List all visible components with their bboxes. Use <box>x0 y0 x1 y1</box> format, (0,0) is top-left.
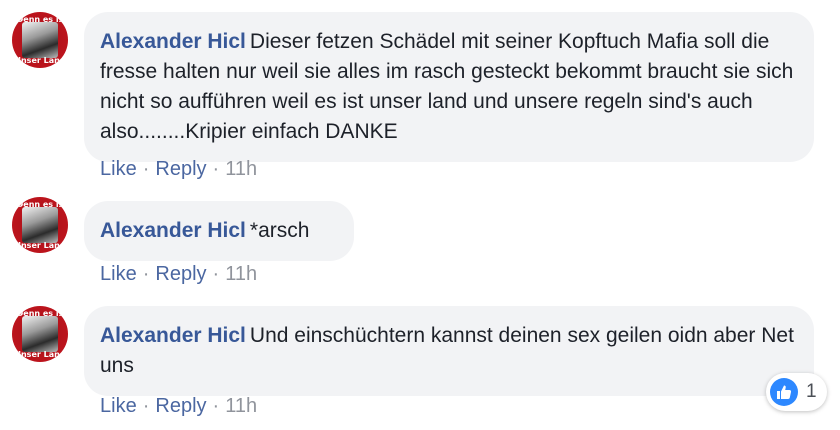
separator: · <box>142 158 150 180</box>
avatar-caption-top: Denn es is <box>16 15 64 24</box>
comment-author[interactable]: Alexander Hicl <box>100 30 246 53</box>
reaction-summary[interactable]: 1 <box>766 373 827 411</box>
reply-link[interactable]: Reply <box>155 158 206 180</box>
thumbs-up-icon <box>770 378 798 406</box>
comment-timestamp[interactable]: 11h <box>225 158 257 180</box>
comment-timestamp[interactable]: 11h <box>225 395 257 417</box>
separator: · <box>142 263 150 285</box>
avatar-caption-top: Denn es is <box>16 200 64 209</box>
reaction-count: 1 <box>806 381 817 402</box>
avatar-photo <box>22 207 58 243</box>
separator: · <box>212 263 220 285</box>
avatar[interactable]: Denn es is Unser Land <box>12 306 68 362</box>
comment-actions: Like · Reply · 11h <box>100 158 257 181</box>
comment-author[interactable]: Alexander Hicl <box>100 219 246 242</box>
comment-actions: Like · Reply · 11h <box>100 395 257 418</box>
comment-bubble: Alexander Hicl Dieser fetzen Schädel mit … <box>84 12 814 162</box>
avatar-caption-bottom: Unser Land <box>14 241 66 250</box>
separator: · <box>212 158 220 180</box>
comment-bubble: Alexander Hicl *arsch <box>84 201 354 261</box>
comment-bubble: Alexander Hicl Und einschüchtern kannst d… <box>84 306 814 396</box>
like-link[interactable]: Like <box>100 158 137 180</box>
avatar[interactable]: Denn es is Unser Land <box>12 12 68 68</box>
separator: · <box>212 395 220 417</box>
like-link[interactable]: Like <box>100 263 137 285</box>
reply-link[interactable]: Reply <box>155 263 206 285</box>
like-link[interactable]: Like <box>100 395 137 417</box>
avatar[interactable]: Denn es is Unser Land <box>12 197 68 253</box>
comment-author[interactable]: Alexander Hicl <box>100 324 246 347</box>
avatar-photo <box>22 22 58 58</box>
avatar-photo <box>22 316 58 352</box>
comment-actions: Like · Reply · 11h <box>100 263 257 286</box>
avatar-caption-bottom: Unser Land <box>14 350 66 359</box>
comment-text: *arsch <box>249 219 310 242</box>
avatar-caption-bottom: Unser Land <box>14 56 66 65</box>
separator: · <box>142 395 150 417</box>
avatar-caption-top: Denn es is <box>16 309 64 318</box>
comment-timestamp[interactable]: 11h <box>225 263 257 285</box>
reply-link[interactable]: Reply <box>155 395 206 417</box>
